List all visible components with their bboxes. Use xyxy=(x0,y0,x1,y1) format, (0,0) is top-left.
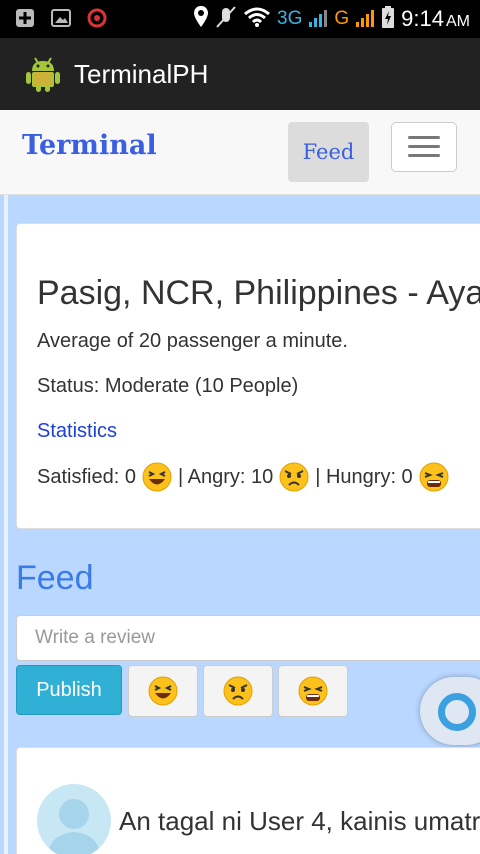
tired-emoji-icon xyxy=(419,462,449,492)
status-bar: 3G G 9:14 AM xyxy=(0,0,480,38)
left-divider xyxy=(4,195,8,854)
satisfied-count: Satisfied: 0 xyxy=(37,465,136,488)
floating-action-button[interactable] xyxy=(420,677,480,745)
signal-icon xyxy=(308,6,328,33)
angry-count: | Angry: 10 xyxy=(177,465,274,488)
user-silhouette-icon xyxy=(47,799,101,854)
avatar xyxy=(37,784,111,854)
network-g-label: G xyxy=(334,8,350,29)
top-navbar: Terminal Feed xyxy=(0,110,480,195)
laughing-emoji-icon xyxy=(142,462,172,492)
app-title: TerminalPH xyxy=(74,59,209,89)
clock-time: 9:14 xyxy=(401,6,444,31)
mute-icon xyxy=(215,5,237,34)
ring-icon xyxy=(438,693,476,731)
publish-button[interactable]: Publish xyxy=(16,665,122,715)
hungry-count: | Hungry: 0 xyxy=(315,465,413,488)
clock-ampm: AM xyxy=(446,13,470,30)
status-text: Status: Moderate (10 People) xyxy=(37,375,299,397)
battery-icon xyxy=(381,5,395,34)
laughing-reaction-button[interactable] xyxy=(128,665,198,717)
android-icon[interactable] xyxy=(24,55,62,93)
statistics-link[interactable]: Statistics xyxy=(37,420,117,443)
app-bar: TerminalPH xyxy=(0,38,480,110)
reaction-summary: Satisfied: 0 | Angry: 10 | Hungry: 0 xyxy=(37,462,455,492)
average-text: Average of 20 passenger a minute. xyxy=(37,330,348,352)
main-content: Pasig, NCR, Philippines - Aya Average of… xyxy=(4,195,480,854)
tired-reaction-button[interactable] xyxy=(278,665,348,717)
review-input[interactable] xyxy=(17,616,480,660)
wifi-icon xyxy=(243,6,271,33)
clock: 9:14 AM xyxy=(401,6,470,32)
hamburger-bar xyxy=(408,136,440,139)
laughing-emoji-icon xyxy=(148,676,178,706)
network-3g-label: 3G xyxy=(277,8,303,29)
angry-emoji-icon xyxy=(223,676,253,706)
nav-feed-button[interactable]: Feed xyxy=(288,122,369,182)
terminal-location: Pasig, NCR, Philippines - Aya xyxy=(37,274,480,312)
brand-link[interactable]: Terminal xyxy=(22,130,157,161)
review-field[interactable] xyxy=(16,615,480,661)
tired-emoji-icon xyxy=(298,676,328,706)
angry-reaction-button[interactable] xyxy=(203,665,273,717)
angry-emoji-icon xyxy=(279,462,309,492)
image-icon xyxy=(50,8,72,28)
feed-heading: Feed xyxy=(16,559,94,597)
hamburger-icon[interactable] xyxy=(391,122,457,172)
record-icon xyxy=(86,8,108,28)
hamburger-bar xyxy=(408,145,440,148)
add-icon xyxy=(14,8,36,28)
signal-icon xyxy=(355,6,375,33)
terminal-panel: Pasig, NCR, Philippines - Aya Average of… xyxy=(16,223,480,529)
hamburger-bar xyxy=(408,154,440,157)
post-text: An tagal ni User 4, kainis umatr xyxy=(119,806,480,836)
location-icon xyxy=(193,5,209,34)
feed-post: An tagal ni User 4, kainis umatr xyxy=(16,747,480,854)
